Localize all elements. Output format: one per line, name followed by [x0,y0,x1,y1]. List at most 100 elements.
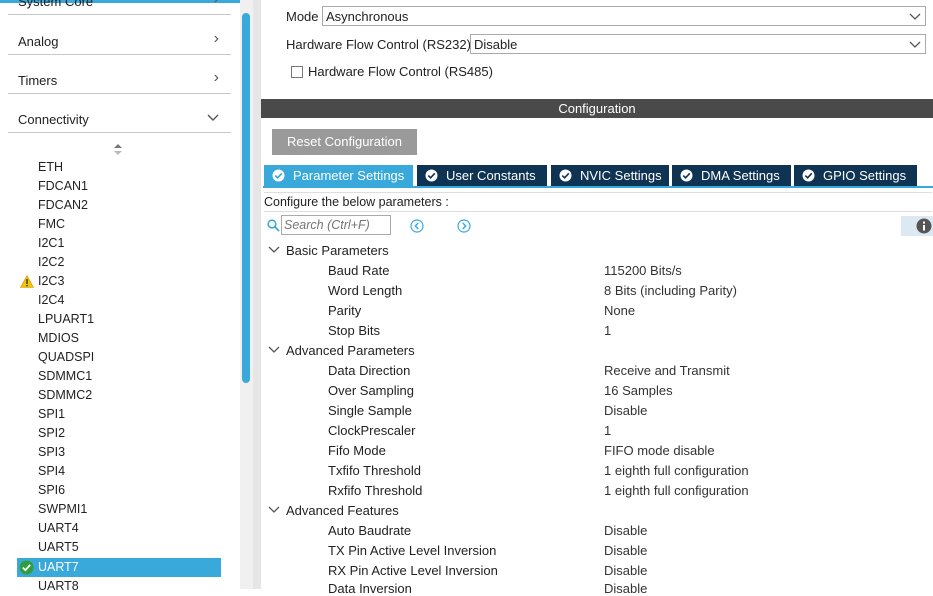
tab-label: Parameter Settings [293,168,405,183]
param-name-rxfifo-threshold: Rxfifo Threshold [328,483,423,498]
sort-icon[interactable] [112,142,124,156]
category-timers[interactable]: Timers › [8,68,231,94]
peripheral-item-spi3[interactable]: SPI3 [38,443,65,462]
peripheral-item-fdcan2[interactable]: FDCAN2 [38,196,88,215]
param-value-rx-pin-inversion[interactable]: Disable [604,563,647,578]
search-input[interactable] [284,217,384,233]
peripheral-item-lpuart1[interactable]: LPUART1 [38,310,94,329]
check-circle-icon [425,169,438,182]
search-field[interactable] [281,215,391,235]
check-circle-icon [680,169,693,182]
param-name-txfifo-threshold: Txfifo Threshold [328,463,421,478]
param-value-baud-rate[interactable]: 115200 Bits/s [604,263,682,278]
peripheral-item-eth[interactable]: ETH [38,158,63,177]
param-name-baud-rate: Baud Rate [328,263,390,278]
peripheral-item-i2c1[interactable]: I2C1 [38,234,64,253]
param-name-auto-baudrate: Auto Baudrate [328,523,412,538]
peripheral-item-i2c2[interactable]: I2C2 [38,253,64,272]
sidebar: System Core › Analog › Timers › Connecti… [0,0,253,593]
chevron-down-icon [909,41,921,48]
peripheral-item-fmc[interactable]: FMC [38,215,65,234]
tab-nvic-settings[interactable]: NVIC Settings [551,165,669,186]
uart-config-panel: Mode Asynchronous Hardware Flow Control … [261,0,933,596]
param-value-word-length[interactable]: 8 Bits (including Parity) [604,283,737,298]
param-name-data-direction: Data Direction [328,363,411,378]
group-advanced-parameters[interactable]: Advanced Parameters [268,343,415,358]
peripheral-item-uart7[interactable]: UART7 [17,558,221,577]
group-advanced-features[interactable]: Advanced Features [268,503,399,518]
previous-match-icon[interactable] [410,219,424,233]
param-value-parity[interactable]: None [604,303,635,318]
group-basic-parameters[interactable]: Basic Parameters [268,243,389,258]
next-match-icon[interactable] [457,219,471,233]
configuration-title: Configuration [558,101,636,116]
chevron-down-icon [268,506,280,513]
param-name-word-length: Word Length [328,283,403,298]
tab-user-constants[interactable]: User Constants [417,165,547,186]
param-value-over-sampling[interactable]: 16 Samples [604,383,673,398]
check-circle-icon [272,169,285,182]
peripheral-item-fdcan1[interactable]: FDCAN1 [38,177,88,196]
category-label: Analog [18,34,59,49]
chevron-right-icon: › [214,0,219,8]
tab-gpio-settings[interactable]: GPIO Settings [794,165,917,186]
peripheral-item-spi6[interactable]: SPI6 [38,481,65,500]
warning-icon [20,275,34,288]
param-value-auto-baudrate[interactable]: Disable [604,523,647,538]
param-value-txfifo-threshold[interactable]: 1 eighth full configuration [604,463,749,478]
param-value-rxfifo-threshold[interactable]: 1 eighth full configuration [604,483,749,498]
param-name-stop-bits: Stop Bits [328,323,381,338]
peripheral-item-quadspi[interactable]: QUADSPI [38,348,94,367]
peripheral-item-spi2[interactable]: SPI2 [38,424,65,443]
tab-label: User Constants [446,168,536,183]
hw-flow-rs232-value: Disable [474,37,518,52]
mode-select[interactable]: Asynchronous [322,6,926,26]
chevron-down-icon [207,114,219,121]
tab-underline [263,186,933,188]
param-name-fifo-mode: Fifo Mode [328,443,386,458]
param-value-clock-prescaler[interactable]: 1 [604,423,611,438]
peripheral-item-mdios[interactable]: MDIOS [38,329,79,348]
param-value-single-sample[interactable]: Disable [604,403,647,418]
peripheral-item-uart4[interactable]: UART4 [38,519,79,538]
check-circle-icon [802,169,815,182]
hw-flow-rs232-select[interactable]: Disable [470,34,926,54]
peripheral-item-uart8[interactable]: UART8 [38,577,79,596]
group-label: Advanced Parameters [286,343,415,358]
hw-flow-rs485-label: Hardware Flow Control (RS485) [308,64,493,79]
peripheral-item-spi1[interactable]: SPI1 [38,405,65,424]
param-value-fifo-mode[interactable]: FIFO mode disable [604,443,715,458]
tab-label: GPIO Settings [823,168,907,183]
hw-flow-rs485-checkbox[interactable] [291,66,303,78]
param-value-data-direction[interactable]: Receive and Transmit [604,363,730,378]
peripheral-item-i2c3[interactable]: I2C3 [38,272,64,291]
peripheral-item-uart5[interactable]: UART5 [38,538,79,557]
category-analog[interactable]: Analog › [8,29,231,55]
chevron-down-icon [268,346,280,353]
group-label: Basic Parameters [286,243,389,258]
param-value-tx-pin-inversion[interactable]: Disable [604,543,647,558]
category-label: Connectivity [18,112,89,127]
check-circle-icon [19,560,34,575]
peripheral-item-sdmmc2[interactable]: SDMMC2 [38,386,92,405]
param-name-clock-prescaler: ClockPrescaler [328,423,416,438]
tab-dma-settings[interactable]: DMA Settings [672,165,791,186]
check-circle-icon [559,169,572,182]
param-name-tx-pin-inversion: TX Pin Active Level Inversion [328,543,497,558]
chevron-right-icon: › [213,30,219,47]
category-connectivity[interactable]: Connectivity [8,107,231,133]
tab-parameter-settings[interactable]: Parameter Settings [264,165,413,186]
info-icon[interactable] [916,218,932,234]
chevron-right-icon: › [213,69,219,86]
sidebar-scrollbar-thumb[interactable] [242,13,250,383]
panel-divider[interactable] [253,0,261,589]
peripheral-item-i2c4[interactable]: I2C4 [38,291,64,310]
param-value-stop-bits[interactable]: 1 [604,323,611,338]
peripheral-label: UART7 [38,560,79,574]
chevron-down-icon [268,246,280,253]
peripheral-item-sdmmc1[interactable]: SDMMC1 [38,367,92,386]
peripheral-item-swpmi1[interactable]: SWPMI1 [38,500,87,519]
peripheral-item-spi4[interactable]: SPI4 [38,462,65,481]
category-system-core[interactable]: System Core › [8,0,231,15]
reset-configuration-button[interactable]: Reset Configuration [272,129,417,155]
